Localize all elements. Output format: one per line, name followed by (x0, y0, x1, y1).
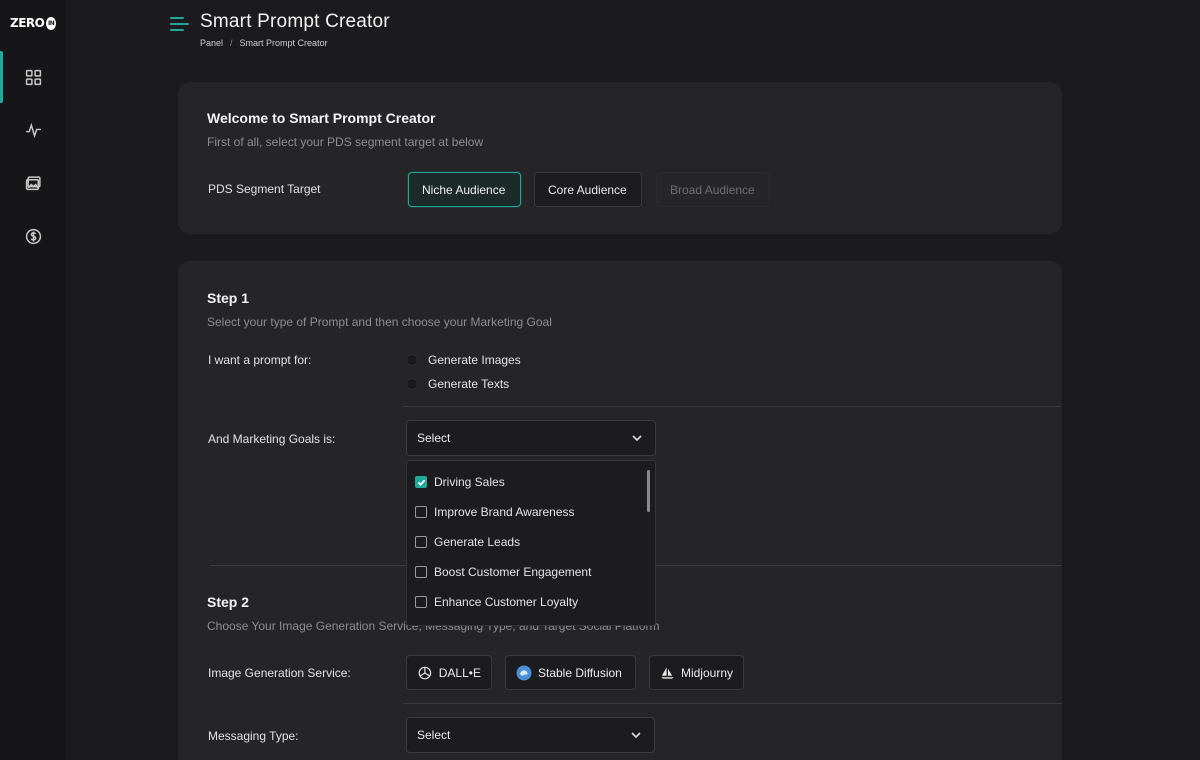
checkbox[interactable] (415, 476, 427, 488)
goal-option-generate-leads[interactable]: Generate Leads (415, 532, 520, 552)
sidebar-item-activity[interactable] (0, 104, 67, 156)
check-icon (417, 479, 425, 486)
messaging-type-select[interactable]: Select (406, 717, 655, 753)
dalle-button[interactable]: DALL•E (406, 655, 492, 690)
brand-logo[interactable]: ZERO IN (10, 16, 56, 30)
stable-diffusion-button[interactable]: Stable Diffusion (505, 655, 636, 690)
logo-text: ZERO (10, 16, 45, 30)
welcome-subtitle: First of all, select your PDS segment ta… (207, 135, 484, 149)
service-label: DALL•E (438, 665, 481, 680)
marketing-goals-label: And Marketing Goals is: (208, 432, 336, 446)
sidebar-item-dashboard[interactable] (0, 51, 67, 103)
image-service-label: Image Generation Service: (208, 666, 351, 680)
step1-title: Step 1 (207, 290, 250, 306)
section-divider (403, 703, 1062, 704)
checkbox[interactable] (415, 536, 427, 548)
checkbox[interactable] (415, 506, 427, 518)
dollar-icon (25, 228, 42, 244)
breadcrumb-separator: / (230, 38, 233, 48)
radio-label: Generate Texts (428, 377, 510, 391)
messaging-type-label: Messaging Type: (208, 729, 299, 743)
niche-audience-button[interactable]: Niche Audience (408, 172, 521, 207)
goal-option-customer-loyalty[interactable]: Enhance Customer Loyalty (415, 592, 578, 612)
prompt-type-label: I want a prompt for: (208, 353, 312, 367)
logo-badge: IN (46, 16, 56, 30)
radio-generate-images[interactable]: Generate Images (406, 353, 521, 367)
page-title: Smart Prompt Creator (200, 11, 390, 32)
marketing-goals-dropdown: Driving Sales Improve Brand Awareness Ge… (406, 460, 656, 626)
option-label: Enhance Customer Loyalty (434, 595, 579, 609)
dropdown-scrollbar[interactable] (647, 470, 650, 512)
steps-card: Step 1 Select your type of Prompt and th… (178, 261, 1062, 760)
service-label: Midjourny (680, 665, 733, 680)
radio-button[interactable] (406, 378, 418, 390)
midjourney-icon (661, 666, 674, 679)
openai-icon (418, 666, 432, 679)
midjourney-button[interactable]: Midjourny (649, 655, 744, 690)
checkbox[interactable] (415, 596, 427, 608)
stable-diffusion-icon (516, 665, 532, 680)
select-value: Select (417, 728, 451, 742)
option-label: Driving Sales (434, 475, 505, 489)
breadcrumb: Panel / Smart Prompt Creator (200, 38, 328, 48)
step2-title: Step 2 (207, 594, 250, 610)
radio-button[interactable] (406, 354, 418, 366)
images-icon (25, 175, 41, 190)
radio-label: Generate Images (428, 353, 521, 367)
marketing-goals-select[interactable]: Select (406, 420, 656, 456)
broad-audience-button[interactable]: Broad Audience (656, 172, 770, 207)
chevron-down-icon (631, 732, 641, 739)
welcome-title: Welcome to Smart Prompt Creator (207, 110, 436, 126)
checkbox[interactable] (415, 566, 427, 578)
section-divider (403, 406, 1062, 407)
option-label: Improve Brand Awareness (434, 505, 575, 519)
sidebar: ZERO IN (0, 0, 67, 760)
segment-label: PDS Segment Target (208, 182, 321, 196)
chevron-down-icon (632, 435, 642, 442)
sidebar-item-images[interactable] (0, 157, 67, 209)
select-value: Select (417, 431, 451, 445)
breadcrumb-panel[interactable]: Panel (200, 38, 223, 48)
step1-subtitle: Select your type of Prompt and then choo… (207, 315, 552, 329)
service-label: Stable Diffusion (538, 665, 622, 680)
option-label: Boost Customer Engagement (434, 565, 592, 579)
grid-icon (25, 69, 42, 85)
option-label: Generate Leads (434, 535, 521, 549)
welcome-card: Welcome to Smart Prompt Creator First of… (178, 82, 1062, 234)
activity-icon (26, 122, 41, 138)
core-audience-button[interactable]: Core Audience (534, 172, 642, 207)
menu-toggle-icon[interactable] (170, 15, 189, 32)
goal-option-customer-engagement[interactable]: Boost Customer Engagement (415, 562, 591, 582)
radio-generate-texts[interactable]: Generate Texts (406, 377, 509, 391)
goal-option-brand-awareness[interactable]: Improve Brand Awareness (415, 502, 575, 522)
sidebar-item-billing[interactable] (0, 210, 67, 262)
breadcrumb-current: Smart Prompt Creator (239, 38, 328, 48)
goal-option-driving-sales[interactable]: Driving Sales (415, 472, 505, 492)
